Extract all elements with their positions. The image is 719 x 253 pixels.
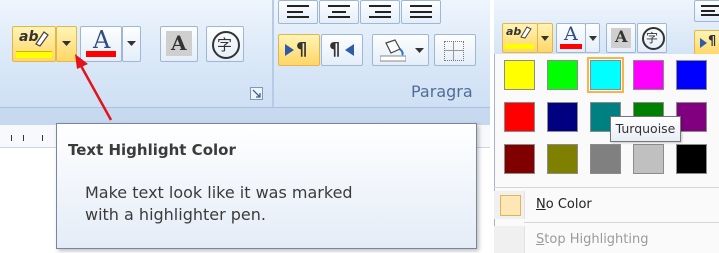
highlight-color-bar <box>505 44 534 49</box>
stop-highlighting-label: Stop Highlighting <box>536 232 649 247</box>
no-color-menu-item[interactable]: No Color <box>494 191 719 219</box>
paragraph-group-label: Paragra <box>411 82 473 101</box>
color-swatch[interactable] <box>590 144 621 174</box>
group-separator <box>272 0 274 107</box>
launcher-arrow-icon <box>252 89 261 98</box>
annotation-arrow <box>75 54 113 121</box>
ltr-text-button[interactable]: ¶ <box>278 34 320 66</box>
pilcrow-icon: ¶ <box>708 34 717 49</box>
color-swatch[interactable] <box>504 60 535 90</box>
stop-highlighting-menu-item: Stop Highlighting <box>494 226 719 253</box>
right-panel: ab A A 字 ¶ Turquoise No Color Stop Highl… <box>494 0 719 253</box>
enclose-characters-button[interactable]: 字 <box>637 23 667 53</box>
font-color-icon: A <box>93 26 111 54</box>
font-color-dropdown-button[interactable] <box>122 26 141 62</box>
highlight-tooltip: Text Highlight Color Make text look like… <box>56 123 477 249</box>
borders-button[interactable] <box>434 34 476 66</box>
align-left-icon <box>287 5 309 18</box>
align-left-icon <box>701 5 719 16</box>
ruler-tick <box>11 135 12 141</box>
tooltip-line-2: with a highlighter pen. <box>85 205 266 224</box>
justify-button[interactable] <box>401 0 441 24</box>
color-swatch[interactable] <box>547 60 578 90</box>
paint-bucket-icon <box>380 39 406 62</box>
font-color-bar <box>560 44 582 49</box>
no-color-label: No Color <box>536 197 592 212</box>
font-color-icon: A <box>564 23 578 45</box>
align-center-button[interactable] <box>319 0 359 24</box>
swatch-hover-tooltip: Turquoise <box>610 116 681 142</box>
chevron-down-icon <box>415 48 424 53</box>
tooltip-body: Make text look like it was marked with a… <box>85 182 465 226</box>
chevron-down-icon <box>589 36 597 41</box>
color-swatch[interactable] <box>676 144 707 174</box>
enclose-characters-icon: 字 <box>217 36 233 54</box>
pilcrow-icon: ¶ <box>296 39 308 60</box>
align-left-button[interactable] <box>694 0 719 22</box>
align-right-icon <box>369 5 391 18</box>
ruler-tick <box>42 135 43 141</box>
ltr-arrow-icon <box>285 44 294 56</box>
chevron-down-icon <box>62 41 71 46</box>
tooltip-title: Text Highlight Color <box>68 141 236 159</box>
shading-button[interactable] <box>372 34 429 66</box>
rtl-text-button[interactable]: ¶ <box>321 34 363 66</box>
align-left-button[interactable] <box>278 0 318 24</box>
color-swatch[interactable] <box>633 144 664 174</box>
highlighter-pen-icon <box>520 26 532 39</box>
enclose-characters-button[interactable]: 字 <box>206 26 244 62</box>
color-swatch[interactable] <box>547 144 578 174</box>
no-color-icon <box>500 195 521 216</box>
left-panel: ab A A 字 ¶ ¶ Paragra Text Highlight Colo… <box>0 0 490 253</box>
highlight-dropdown-button[interactable] <box>537 23 553 53</box>
enclose-characters-icon: 字 <box>646 31 659 45</box>
color-swatch[interactable] <box>504 102 535 132</box>
align-right-button[interactable] <box>360 0 400 24</box>
menu-icon-strip <box>494 226 525 253</box>
chevron-down-icon <box>541 36 549 41</box>
border-grid-icon <box>444 41 464 61</box>
align-center-icon <box>328 5 350 18</box>
justify-icon <box>410 5 432 18</box>
menu-separator <box>524 222 719 223</box>
character-shading-icon: A <box>615 27 628 46</box>
color-swatch[interactable] <box>676 60 707 90</box>
ltr-text-button[interactable]: ¶ <box>694 30 719 56</box>
font-color-button[interactable]: A <box>556 23 586 53</box>
tooltip-line-1: Make text look like it was marked <box>85 183 353 202</box>
character-shading-button[interactable]: A <box>606 23 636 53</box>
rtl-arrow-icon <box>345 44 354 56</box>
ruler-tick <box>23 135 24 141</box>
text-highlight-button[interactable]: ab <box>12 26 56 62</box>
ltr-arrow-icon <box>700 38 707 48</box>
chevron-down-icon <box>127 41 136 46</box>
pilcrow-icon: ¶ <box>329 39 341 60</box>
character-shading-icon: A <box>171 31 187 55</box>
character-shading-button[interactable]: A <box>160 26 198 62</box>
highlighter-pen-icon <box>35 31 49 47</box>
color-swatch[interactable] <box>633 60 664 90</box>
menu-separator <box>494 187 719 188</box>
highlight-color-bar <box>16 51 52 58</box>
text-highlight-button[interactable]: ab <box>502 23 538 53</box>
color-swatch[interactable] <box>587 57 624 93</box>
color-swatch[interactable] <box>504 144 535 174</box>
font-dialog-launcher[interactable] <box>250 87 263 100</box>
color-swatch[interactable] <box>547 102 578 132</box>
font-color-dropdown-button[interactable] <box>585 23 600 53</box>
